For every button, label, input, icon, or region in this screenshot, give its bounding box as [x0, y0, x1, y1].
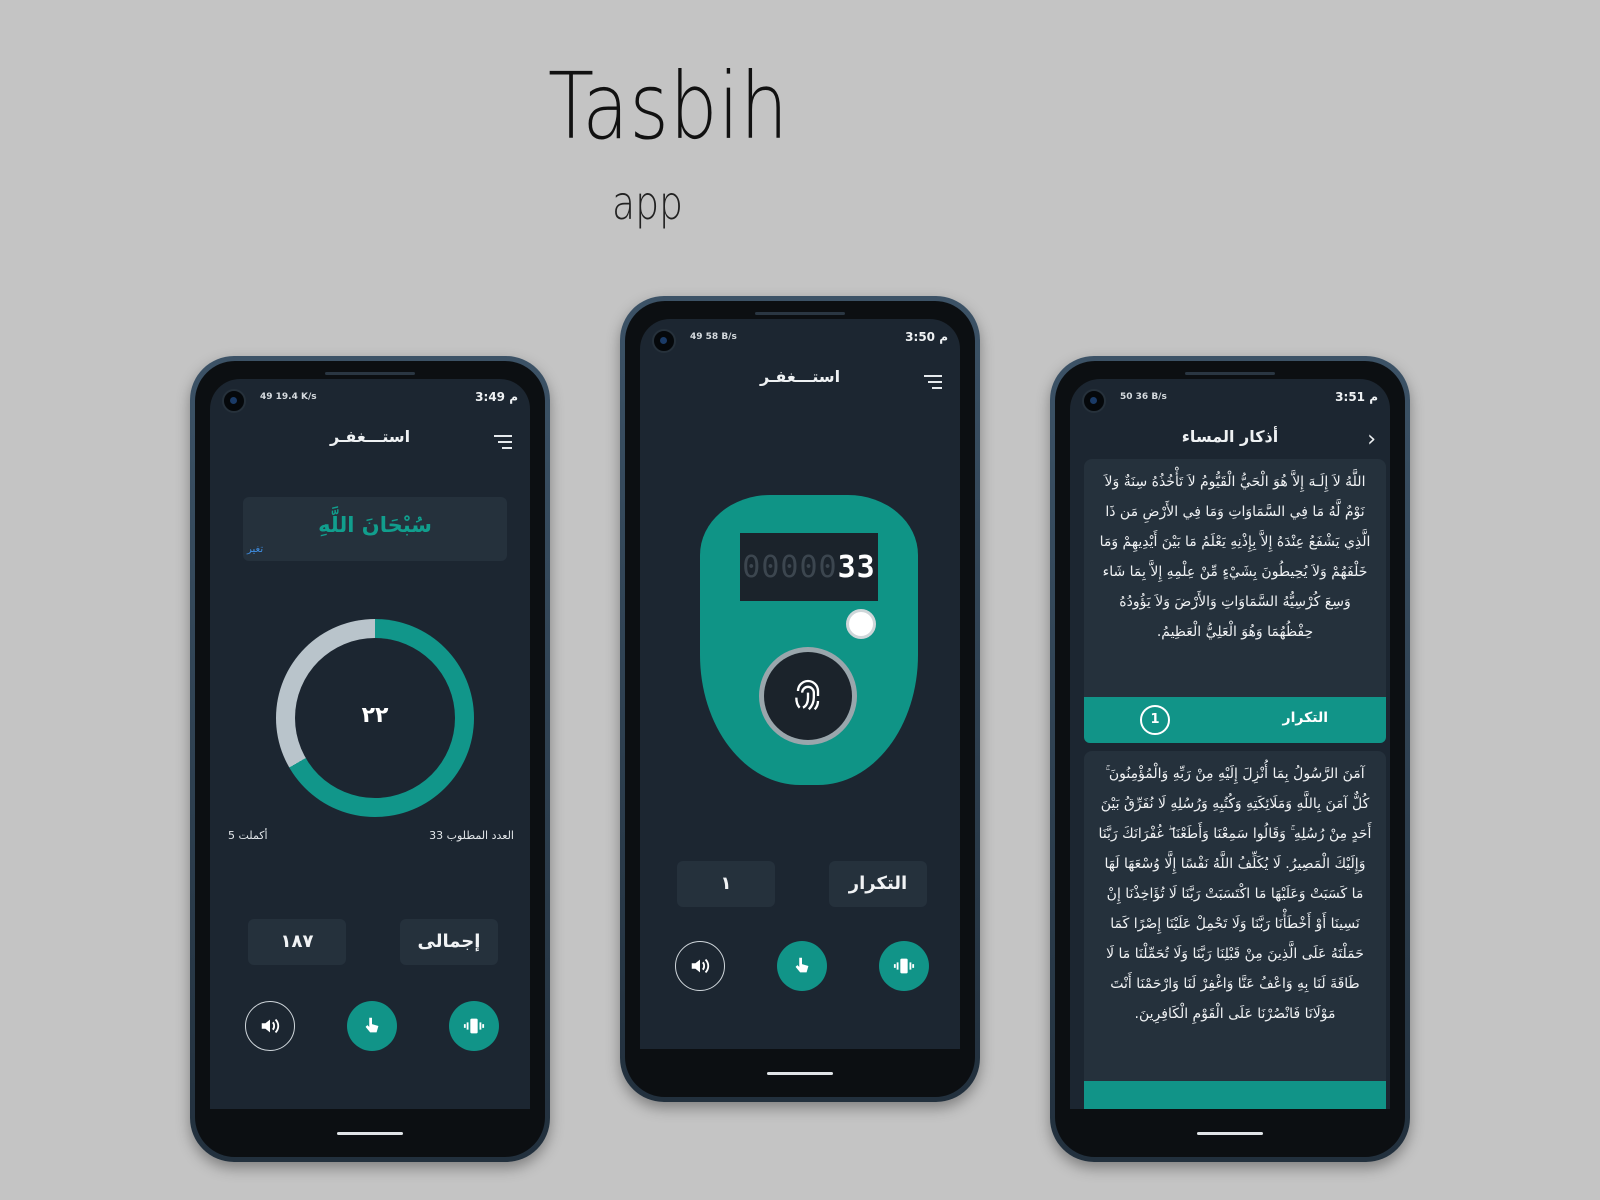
home-indicator [767, 1072, 833, 1075]
status-bar: 49 58 B/s 3:50 م [640, 319, 960, 357]
phone-azkar-list: 50 36 B/s 3:51 م أذكار المساء › اللَّهُ … [1050, 356, 1410, 1162]
reset-button[interactable] [846, 609, 876, 639]
hand-counter-device: 00000 33 [700, 495, 918, 785]
screen: 49 58 B/s 3:50 م استـــغفـر 00000 33 ١ ا… [640, 319, 960, 1049]
repeat-count[interactable]: 1 [1140, 705, 1170, 735]
camera-icon [652, 329, 676, 353]
status-indicators: 50 36 B/s [1120, 392, 1167, 402]
zikr-text-card: آمَنَ الرَّسُولُ بِمَا أُنْزِلَ إِلَيْهِ… [1084, 751, 1386, 1081]
menu-icon[interactable] [494, 435, 512, 449]
display-count: 33 [837, 549, 876, 585]
target-label: العدد المطلوب 33 [429, 829, 514, 842]
tap-icon [795, 957, 809, 973]
menu-icon[interactable] [924, 375, 942, 389]
change-link[interactable]: تغير [247, 544, 263, 555]
phone-hand-counter: 49 58 B/s 3:50 م استـــغفـر 00000 33 ١ ا… [620, 296, 980, 1102]
status-indicators: 49 58 B/s [690, 332, 737, 342]
page-title: استـــغفـر [759, 367, 841, 386]
home-indicator [337, 1132, 403, 1135]
screen: 50 36 B/s 3:51 م أذكار المساء › اللَّهُ … [1070, 379, 1390, 1109]
page-title: أذكار المساء [1181, 427, 1279, 446]
total-value: ١٨٧ [248, 919, 346, 965]
count-button[interactable] [759, 647, 857, 745]
counter-value: ٢٢ [361, 703, 389, 728]
vibrate-icon [893, 958, 915, 974]
tap-mode-button[interactable] [347, 1001, 397, 1051]
page-title: استـــغفـر [329, 427, 411, 446]
status-time: 3:49 م [475, 390, 518, 404]
display-placeholder-digits: 00000 [742, 549, 838, 585]
repeat-bar[interactable]: التكرار 1 [1084, 697, 1386, 743]
speaker-icon [691, 958, 710, 974]
fingerprint-icon [795, 679, 820, 711]
camera-icon [1082, 389, 1106, 413]
app-header: استـــغفـر [640, 357, 960, 397]
zikr-card[interactable]: سُبْحَانَ اللَّهِ تغير [243, 497, 507, 561]
vibrate-icon [463, 1018, 485, 1034]
sound-toggle-button[interactable] [245, 1001, 295, 1051]
completed-label: أكملت 5 [228, 829, 268, 842]
status-time: 3:50 م [905, 330, 948, 344]
repeat-label: التكرار [829, 861, 927, 907]
chevron-right-icon[interactable]: › [1367, 427, 1376, 452]
zikr-text: سُبْحَانَ اللَّهِ [318, 513, 432, 537]
screen: 49 19.4 K/s 3:49 م استـــغفـر سُبْحَانَ … [210, 379, 530, 1109]
tap-mode-button[interactable] [777, 941, 827, 991]
status-bar: 49 19.4 K/s 3:49 م [210, 379, 530, 417]
speaker-icon [261, 1018, 280, 1034]
status-bar: 50 36 B/s 3:51 م [1070, 379, 1390, 417]
total-label: إجمالى [400, 919, 498, 965]
zikr-text-card: اللَّهُ لاَ إِلَـهَ إِلاَّ هُوَ الْحَيُّ… [1084, 459, 1386, 697]
home-indicator [1197, 1132, 1263, 1135]
repeat-bar[interactable] [1084, 1081, 1386, 1109]
vibrate-toggle-button[interactable] [879, 941, 929, 991]
hero-subtitle: app [612, 176, 684, 230]
repeat-label: التكرار [1282, 710, 1328, 726]
app-header: أذكار المساء › [1070, 417, 1390, 457]
sound-toggle-button[interactable] [675, 941, 725, 991]
camera-icon [222, 389, 246, 413]
progress-ring[interactable]: ٢٢ [276, 619, 474, 817]
counter-display: 00000 33 [740, 533, 878, 601]
hero-title: Tasbih [548, 53, 789, 160]
status-time: 3:51 م [1335, 390, 1378, 404]
status-indicators: 49 19.4 K/s [260, 392, 317, 402]
app-header: استـــغفـر [210, 417, 530, 457]
tap-icon [365, 1017, 379, 1033]
phone-counter-ring: 49 19.4 K/s 3:49 م استـــغفـر سُبْحَانَ … [190, 356, 550, 1162]
repeat-value: ١ [677, 861, 775, 907]
vibrate-toggle-button[interactable] [449, 1001, 499, 1051]
